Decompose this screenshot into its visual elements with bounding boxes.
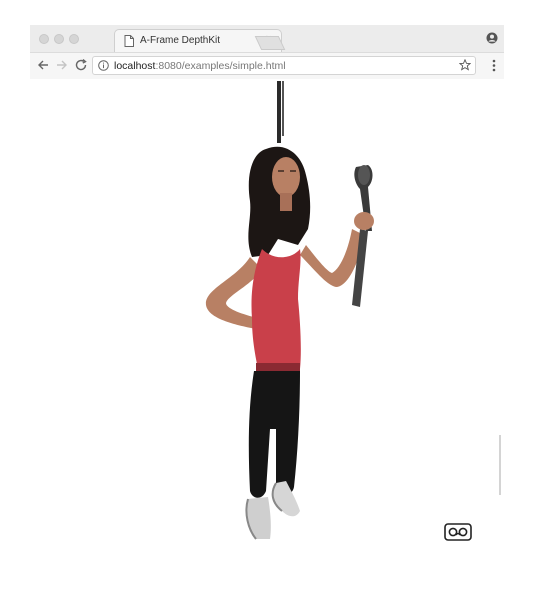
window-close-dot[interactable] (39, 34, 49, 44)
aframe-scene[interactable] (30, 79, 504, 601)
window-minimize-dot[interactable] (54, 34, 64, 44)
url-path: :8080/examples/simple.html (155, 60, 286, 72)
arrow-right-icon[interactable] (55, 58, 69, 72)
reload-icon[interactable] (74, 58, 88, 72)
arrow-left-icon[interactable] (36, 58, 50, 72)
title-bar: A-Frame DepthKit × (30, 25, 504, 52)
document-icon (124, 35, 134, 47)
star-icon[interactable] (459, 59, 471, 71)
window-zoom-dot[interactable] (69, 34, 79, 44)
url-host: localhost (114, 60, 156, 72)
volumetric-video-figure (205, 81, 374, 540)
tab-title: A-Frame DepthKit (140, 35, 221, 46)
vr-headset-icon[interactable] (444, 523, 472, 541)
address-bar[interactable]: localhost:8080/examples/simple.html (92, 56, 476, 75)
point-cloud-artifact (499, 435, 501, 495)
profile-icon[interactable] (486, 32, 498, 44)
browser-window: A-Frame DepthKit × localhost:8080/ (30, 25, 504, 79)
toolbar: localhost:8080/examples/simple.html (30, 52, 504, 79)
kebab-menu-icon[interactable] (492, 59, 496, 72)
url-text: localhost:8080/examples/simple.html (114, 60, 286, 72)
info-icon[interactable] (98, 60, 109, 71)
